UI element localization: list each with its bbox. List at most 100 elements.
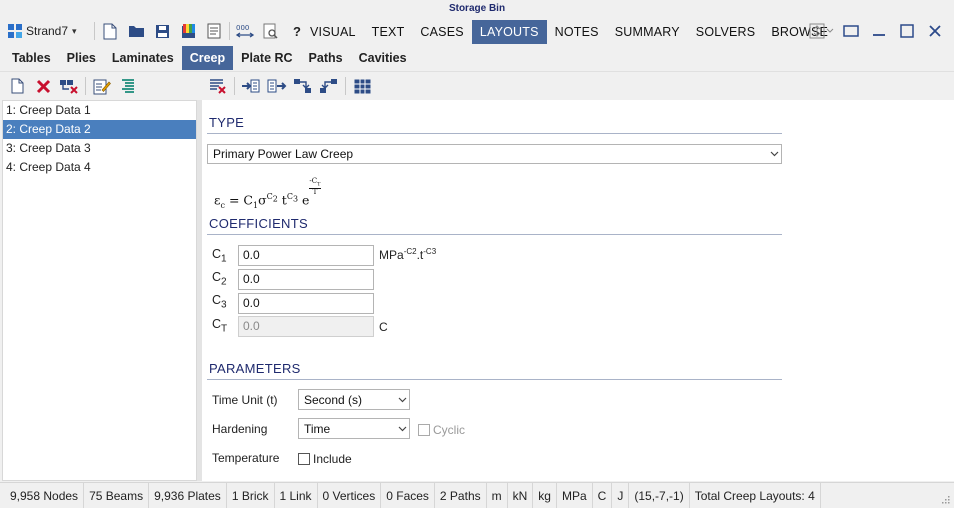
unit-force[interactable]: kN: [508, 482, 534, 508]
cyclic-label: Cyclic: [433, 423, 465, 437]
checkbox-box: [418, 424, 430, 436]
tab-notes[interactable]: NOTES: [547, 20, 607, 44]
unit-mass[interactable]: kg: [533, 482, 557, 508]
status-bricks: 1 Brick: [227, 482, 275, 508]
status-beams: 75 Beams: [84, 482, 150, 508]
app-window: Storage Bin Strand7 ▾ 000 ? VISUAL TEXT …: [0, 0, 954, 508]
export-button[interactable]: [264, 75, 290, 97]
delete-unused-icon: [60, 79, 78, 94]
hardening-value: Time: [304, 421, 331, 436]
list-item[interactable]: 3: Creep Data 3: [3, 139, 196, 158]
copy-arrows-icon: [294, 79, 311, 93]
close-button[interactable]: [922, 20, 948, 42]
status-vertices: 0 Vertices: [318, 482, 382, 508]
list-toolbar: [4, 75, 141, 97]
save-results-button[interactable]: [175, 20, 201, 42]
include-label: Include: [313, 452, 352, 466]
grid-icon: [354, 79, 370, 93]
status-paths: 2 Paths: [435, 482, 487, 508]
creep-detail-panel: TYPE Primary Power Law Creep εc = C1σC2 …: [202, 100, 954, 481]
tab-solvers[interactable]: SOLVERS: [688, 20, 764, 44]
svg-text:000: 000: [236, 24, 249, 32]
subtab-plate-rc[interactable]: Plate RC: [233, 46, 300, 70]
import-button[interactable]: [238, 75, 264, 97]
tab-visual[interactable]: VISUAL: [302, 20, 364, 44]
document-icon: [207, 23, 221, 39]
list-item[interactable]: 1: Creep Data 1: [3, 101, 196, 120]
copy-to-button[interactable]: [290, 75, 316, 97]
resize-grip-icon[interactable]: [940, 494, 950, 504]
checkbox-box[interactable]: [298, 453, 310, 465]
minimize-icon: [873, 34, 885, 36]
creep-formula: εc = C1σC2 tC3 e -CT T: [214, 177, 321, 210]
separator: [229, 22, 230, 40]
tab-summary[interactable]: SUMMARY: [607, 20, 688, 44]
ribbon-options-button[interactable]: [806, 20, 836, 42]
status-coordinates: (15,-7,-1): [629, 482, 690, 508]
copy-from-button[interactable]: [316, 75, 342, 97]
strand7-logo-icon: [8, 24, 22, 38]
unit-energy[interactable]: J: [612, 482, 630, 508]
units-icon: 000: [235, 24, 255, 38]
tab-layouts[interactable]: LAYOUTS: [471, 20, 547, 44]
unit-temperature[interactable]: C: [593, 482, 613, 508]
new-file-button[interactable]: [97, 20, 123, 42]
c1-input[interactable]: 0.0: [238, 245, 374, 266]
delete-creep-button[interactable]: [30, 75, 56, 97]
app-menu-button[interactable]: Strand7 ▾: [8, 22, 77, 40]
chevron-down-icon: [767, 151, 781, 157]
subtab-cavities[interactable]: Cavities: [351, 46, 415, 70]
save-button[interactable]: [149, 20, 175, 42]
unit-length[interactable]: m: [487, 482, 508, 508]
tab-cases[interactable]: CASES: [412, 20, 471, 44]
subtab-paths[interactable]: Paths: [301, 46, 351, 70]
maximize-button[interactable]: [894, 20, 920, 42]
subtab-plies[interactable]: Plies: [59, 46, 104, 70]
status-total-layouts: Total Creep Layouts: 4: [690, 482, 821, 508]
time-unit-label: Time Unit (t): [212, 393, 278, 407]
colored-results-icon: [181, 24, 195, 38]
c2-input[interactable]: 0.0: [238, 269, 374, 290]
status-bar: 9,958 Nodes 75 Beams 9,936 Plates 1 Bric…: [0, 482, 954, 508]
tab-text[interactable]: TEXT: [364, 20, 413, 44]
chevron-down-icon: [395, 426, 409, 432]
edit-creep-button[interactable]: [89, 75, 115, 97]
subtab-tables[interactable]: Tables: [4, 46, 59, 70]
delete-unused-button[interactable]: [56, 75, 82, 97]
window-title: Storage Bin: [448, 3, 506, 14]
grid-view-button[interactable]: [349, 75, 375, 97]
status-plates: 9,936 Plates: [149, 482, 227, 508]
clear-creep-button[interactable]: [205, 75, 231, 97]
list-item[interactable]: 2: Creep Data 2: [3, 120, 196, 139]
quick-access-toolbar: 000 ?: [92, 20, 310, 42]
include-temperature-checkbox[interactable]: Include: [298, 452, 352, 466]
time-unit-select[interactable]: Second (s): [298, 389, 410, 410]
minimize-button[interactable]: [866, 20, 892, 42]
list-view-button[interactable]: [115, 75, 141, 97]
ribbon-options-icon: [809, 23, 834, 39]
notes-button[interactable]: [201, 20, 227, 42]
window-controls: [806, 20, 948, 42]
new-creep-button[interactable]: [4, 75, 30, 97]
print-preview-button[interactable]: [258, 20, 284, 42]
subtab-laminates[interactable]: Laminates: [104, 46, 182, 70]
new-file-icon: [103, 23, 117, 39]
chevron-down-icon: [395, 397, 409, 403]
creep-type-value: Primary Power Law Creep: [213, 147, 354, 161]
units-button[interactable]: 000: [232, 20, 258, 42]
creep-type-select[interactable]: Primary Power Law Creep: [207, 144, 782, 164]
creep-toolbar: [0, 71, 954, 99]
c3-label: C3: [212, 293, 227, 311]
list-item[interactable]: 4: Creep Data 4: [3, 158, 196, 177]
open-folder-button[interactable]: [123, 20, 149, 42]
restore-panel-button[interactable]: [838, 20, 864, 42]
subtab-creep[interactable]: Creep: [181, 46, 234, 70]
export-icon: [267, 79, 287, 93]
hardening-select[interactable]: Time: [298, 418, 410, 439]
unit-stress[interactable]: MPa: [557, 482, 593, 508]
app-name: Strand7: [26, 24, 69, 38]
ct-input: 0.0: [238, 316, 374, 337]
time-unit-value: Second (s): [304, 392, 363, 407]
c3-input[interactable]: 0.0: [238, 293, 374, 314]
chevron-down-icon: ▾: [72, 25, 77, 36]
